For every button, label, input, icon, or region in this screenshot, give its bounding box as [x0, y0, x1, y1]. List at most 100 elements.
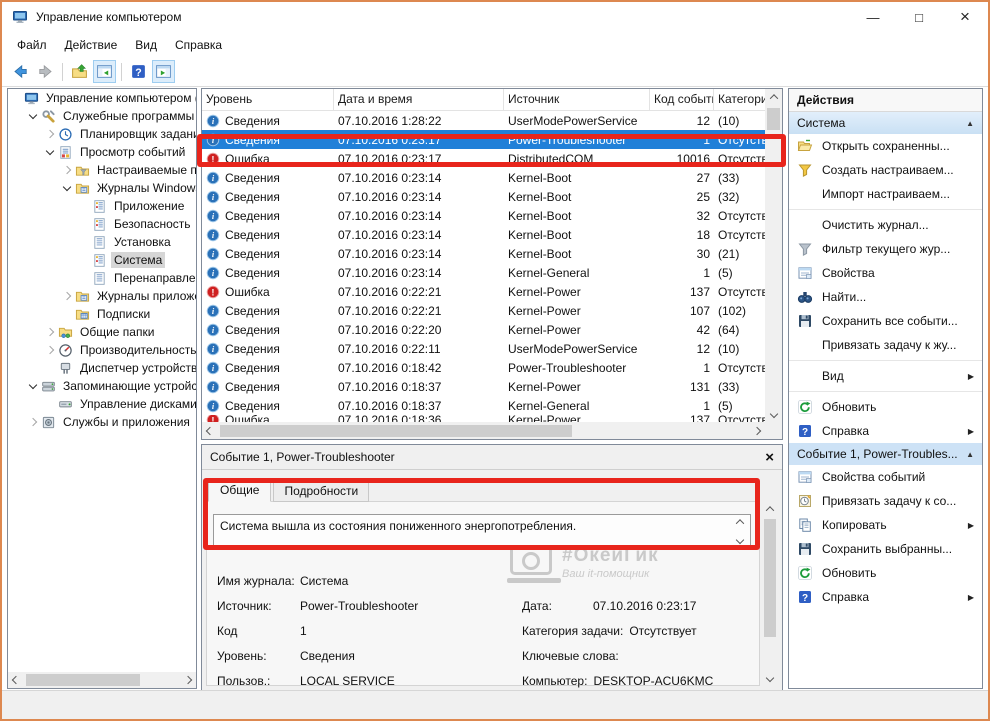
event-row[interactable]: iСведения07.10.2016 0:23:14Kernel-Genera… — [202, 263, 782, 282]
event-row[interactable]: !Ошибка07.10.2016 0:22:21Kernel-Power137… — [202, 282, 782, 301]
scrollbar-thumb[interactable] — [767, 108, 780, 130]
scroll-down-icon[interactable] — [765, 406, 782, 422]
collapse-expander-icon[interactable] — [62, 183, 73, 194]
action-item[interactable]: Очистить журнал... — [789, 213, 982, 237]
close-icon[interactable]: × — [765, 450, 774, 465]
maximize-button[interactable]: □ — [896, 2, 942, 32]
action-item[interactable]: Создать настраиваем... — [789, 158, 982, 182]
tree-item[interactable]: Безопасность — [8, 215, 196, 233]
scrollbar-thumb[interactable] — [26, 674, 140, 686]
event-row[interactable]: iСведения07.10.2016 0:23:14Kernel-Boot32… — [202, 206, 782, 225]
event-row[interactable]: iСведения07.10.2016 0:22:20Kernel-Power4… — [202, 320, 782, 339]
event-row[interactable]: iСведения07.10.2016 0:23:14Kernel-Boot18… — [202, 225, 782, 244]
event-row[interactable]: iСведения07.10.2016 0:23:14Kernel-Boot25… — [202, 187, 782, 206]
expand-expander-icon[interactable] — [45, 129, 56, 140]
toggle-console-tree-button[interactable] — [93, 60, 116, 83]
scrollbar-thumb[interactable] — [220, 425, 572, 437]
column-header[interactable]: Дата и время — [334, 89, 504, 110]
toggle-action-pane-button[interactable] — [152, 60, 175, 83]
scroll-down-icon[interactable] — [736, 536, 744, 544]
menu-item-1[interactable]: Действие — [56, 35, 127, 55]
action-item[interactable]: Вид▶ — [789, 364, 982, 388]
actions-group-header[interactable]: Система▲ — [789, 112, 982, 134]
tree-item[interactable]: Система — [8, 251, 196, 269]
event-list-vertical-scrollbar[interactable] — [765, 89, 782, 422]
action-item[interactable]: Найти... — [789, 285, 982, 309]
tree-item[interactable]: Диспетчер устройств — [8, 359, 196, 377]
collapse-expander-icon[interactable] — [28, 111, 39, 122]
help-button[interactable]: ? — [127, 60, 150, 83]
up-one-level-button[interactable] — [68, 60, 91, 83]
action-item[interactable]: Открыть сохраненны... — [789, 134, 982, 158]
event-row[interactable]: iСведения07.10.2016 0:23:17Power-Trouble… — [202, 130, 782, 149]
event-list-horizontal-scrollbar[interactable] — [202, 422, 765, 439]
scroll-left-icon[interactable] — [8, 672, 24, 688]
column-header[interactable]: Категория задачи — [714, 89, 767, 110]
event-row[interactable]: iСведения07.10.2016 0:22:11UserModePower… — [202, 339, 782, 358]
message-scrollbar[interactable] — [732, 517, 748, 545]
action-item[interactable]: Сохранить все событи... — [789, 309, 982, 333]
event-row[interactable]: iСведения07.10.2016 0:18:37Kernel-Power1… — [202, 377, 782, 396]
back-button[interactable] — [9, 60, 32, 83]
action-item[interactable]: Фильтр текущего жур... — [789, 237, 982, 261]
expand-expander-icon[interactable] — [45, 345, 56, 356]
action-item[interactable]: Сохранить выбранны... — [789, 537, 982, 561]
tree-horizontal-scrollbar[interactable] — [8, 672, 196, 688]
scroll-right-icon[interactable] — [749, 423, 765, 439]
expand-expander-icon[interactable] — [62, 291, 73, 302]
action-item[interactable]: ?Справка▶ — [789, 585, 982, 609]
scroll-up-icon[interactable] — [736, 519, 744, 527]
tree-item[interactable]: Службы и приложения — [8, 413, 196, 431]
detail-vertical-scrollbar[interactable] — [762, 501, 778, 686]
scroll-up-icon[interactable] — [765, 89, 782, 105]
event-row[interactable]: iСведения07.10.2016 0:18:37Kernel-Genera… — [202, 396, 782, 415]
scroll-right-icon[interactable] — [180, 672, 196, 688]
action-item[interactable]: Свойства — [789, 261, 982, 285]
action-item[interactable]: Привязать задачу к со... — [789, 489, 982, 513]
tree-item[interactable]: Производительность — [8, 341, 196, 359]
scroll-up-icon[interactable] — [762, 501, 778, 517]
expand-expander-icon[interactable] — [45, 327, 56, 338]
close-button[interactable]: × — [942, 2, 988, 32]
forward-button[interactable] — [34, 60, 57, 83]
action-item[interactable]: Импорт настраиваем... — [789, 182, 982, 206]
tree-item[interactable]: Просмотр событий — [8, 143, 196, 161]
column-header[interactable]: Источник — [504, 89, 650, 110]
tree-item[interactable]: Служебные программы — [8, 107, 196, 125]
collapse-icon[interactable]: ▲ — [966, 119, 974, 128]
action-item[interactable]: Привязать задачу к жу... — [789, 333, 982, 357]
tree-item[interactable]: Управление дисками — [8, 395, 196, 413]
event-row[interactable]: iСведения07.10.2016 0:18:42Power-Trouble… — [202, 358, 782, 377]
minimize-button[interactable]: — — [850, 2, 896, 32]
action-item[interactable]: Обновить — [789, 395, 982, 419]
actions-group-header[interactable]: Событие 1, Power-Troubles...▲ — [789, 443, 982, 465]
tree-item[interactable]: Подписки — [8, 305, 196, 323]
tree-item[interactable]: Приложение — [8, 197, 196, 215]
expand-expander-icon[interactable] — [62, 165, 73, 176]
tree-item[interactable]: Журналы Windows — [8, 179, 196, 197]
event-row[interactable]: !Ошибка07.10.2016 0:23:17DistributedCOM1… — [202, 149, 782, 168]
tree-item[interactable]: Управление компьютером (л — [8, 89, 196, 107]
tree-item[interactable]: Настраиваемые пр — [8, 161, 196, 179]
tree-item[interactable]: Планировщик заданий — [8, 125, 196, 143]
tree-item[interactable]: Установка — [8, 233, 196, 251]
menu-item-2[interactable]: Вид — [126, 35, 166, 55]
collapse-expander-icon[interactable] — [28, 381, 39, 392]
tree-item[interactable]: Запоминающие устройст — [8, 377, 196, 395]
tree-item[interactable]: Перенаправлен — [8, 269, 196, 287]
event-row[interactable]: iСведения07.10.2016 0:23:14Kernel-Boot30… — [202, 244, 782, 263]
event-message-box[interactable]: Система вышла из состояния пониженного э… — [213, 514, 751, 548]
action-item[interactable]: ?Справка▶ — [789, 419, 982, 443]
scrollbar-thumb[interactable] — [764, 519, 776, 637]
tab-general[interactable]: Общие — [208, 479, 271, 502]
event-row[interactable]: iСведения07.10.2016 1:28:22UserModePower… — [202, 111, 782, 130]
expand-expander-icon[interactable] — [28, 417, 39, 428]
action-item[interactable]: Свойства событий — [789, 465, 982, 489]
scroll-left-icon[interactable] — [202, 423, 218, 439]
column-header[interactable]: Уровень — [202, 89, 334, 110]
collapse-icon[interactable]: ▲ — [966, 450, 974, 459]
menu-item-0[interactable]: Файл — [8, 35, 56, 55]
action-item[interactable]: Обновить — [789, 561, 982, 585]
tab-details[interactable]: Подробности — [273, 481, 369, 502]
tree-item[interactable]: Журналы приложе — [8, 287, 196, 305]
